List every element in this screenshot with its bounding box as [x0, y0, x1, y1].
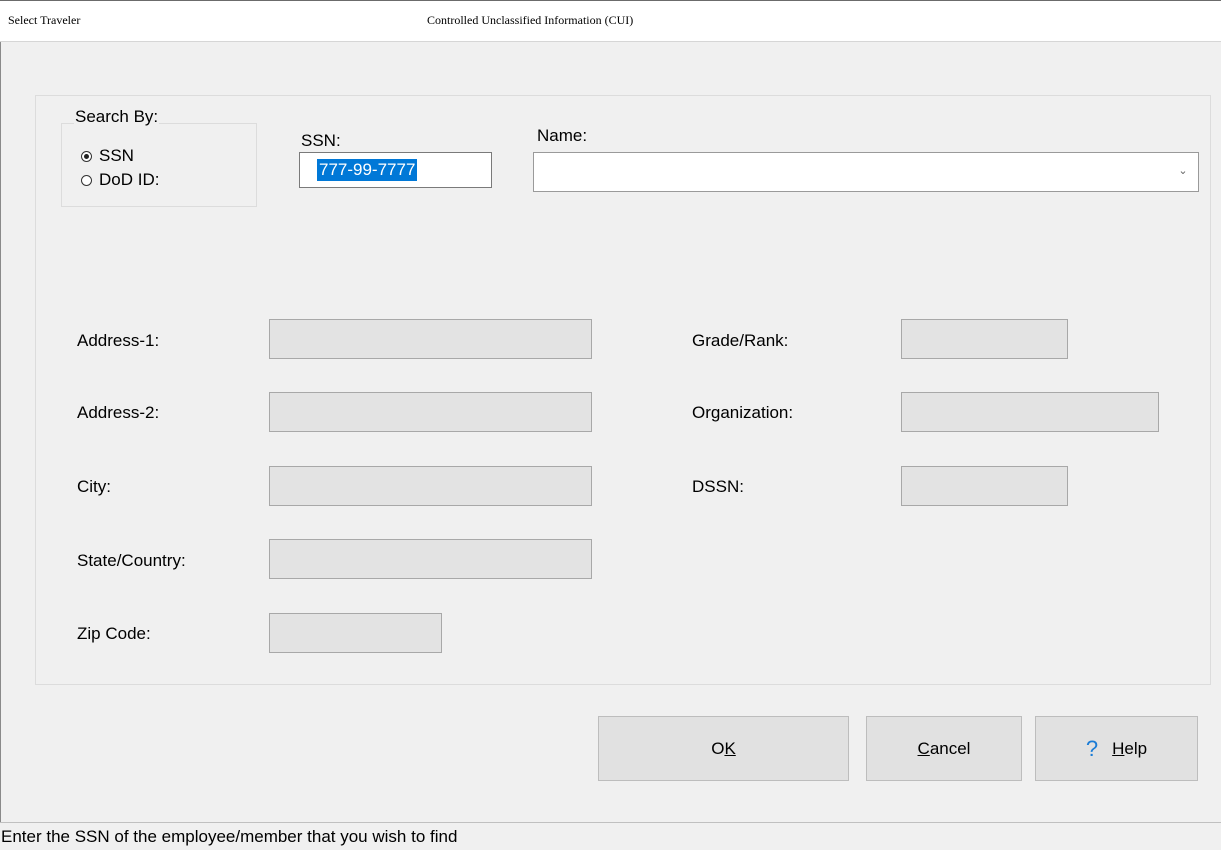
dssn-field	[901, 466, 1068, 506]
status-bar: Enter the SSN of the employee/member tha…	[0, 823, 1221, 850]
grade-rank-field	[901, 319, 1068, 359]
address1-label: Address-1:	[77, 331, 160, 350]
ssn-label: SSN:	[301, 131, 341, 150]
organization-label: Organization:	[692, 403, 794, 422]
dialog-title-bar: Select Traveler Controlled Unclassified …	[0, 0, 1221, 42]
city-field	[269, 466, 592, 506]
cancel-button-label: ancel	[929, 738, 971, 758]
grade-rank-label: Grade/Rank:	[692, 331, 789, 350]
chevron-down-icon[interactable]: ⌄	[1176, 162, 1190, 180]
radio-dod-id-label: DoD ID:	[99, 170, 160, 189]
classification-banner: Controlled Unclassified Information (CUI…	[427, 13, 634, 27]
name-label: Name:	[537, 126, 588, 145]
search-by-legend: Search By:	[74, 107, 160, 127]
dssn-label: DSSN:	[692, 477, 744, 496]
city-label: City:	[77, 477, 111, 496]
name-combobox[interactable]: ⌄	[533, 152, 1199, 192]
radio-ssn-indicator[interactable]	[81, 150, 92, 162]
help-button-mnemonic: H	[1112, 738, 1125, 758]
address1-field	[269, 319, 592, 359]
status-text: Enter the SSN of the employee/member tha…	[1, 827, 458, 846]
address2-label: Address-2:	[77, 403, 160, 422]
ssn-input[interactable]: 777-99-7777	[299, 152, 492, 188]
dialog-title: Select Traveler	[8, 13, 81, 27]
cancel-button-mnemonic: C	[917, 738, 930, 758]
state-country-label: State/Country:	[77, 551, 186, 570]
window-border	[0, 42, 1, 822]
state-country-field	[269, 539, 592, 579]
cancel-button[interactable]: Cancel	[866, 716, 1022, 781]
radio-ssn[interactable]: SSN	[81, 146, 134, 166]
ok-button[interactable]: OK	[598, 716, 849, 781]
organization-field	[901, 392, 1159, 432]
help-button-label: elp	[1124, 738, 1148, 758]
zip-code-label: Zip Code:	[77, 624, 151, 643]
radio-ssn-label: SSN	[99, 146, 134, 165]
help-question-icon: ?	[1085, 735, 1099, 761]
ssn-input-value: 777-99-7777	[317, 159, 418, 181]
ok-button-mnemonic: K	[724, 738, 736, 758]
radio-dod-id-indicator[interactable]	[81, 174, 92, 186]
radio-dod-id[interactable]: DoD ID:	[81, 170, 159, 190]
address2-field	[269, 392, 592, 432]
help-button[interactable]: ? Help	[1035, 716, 1198, 781]
ok-button-label: O	[711, 738, 725, 758]
zip-code-field	[269, 613, 442, 653]
